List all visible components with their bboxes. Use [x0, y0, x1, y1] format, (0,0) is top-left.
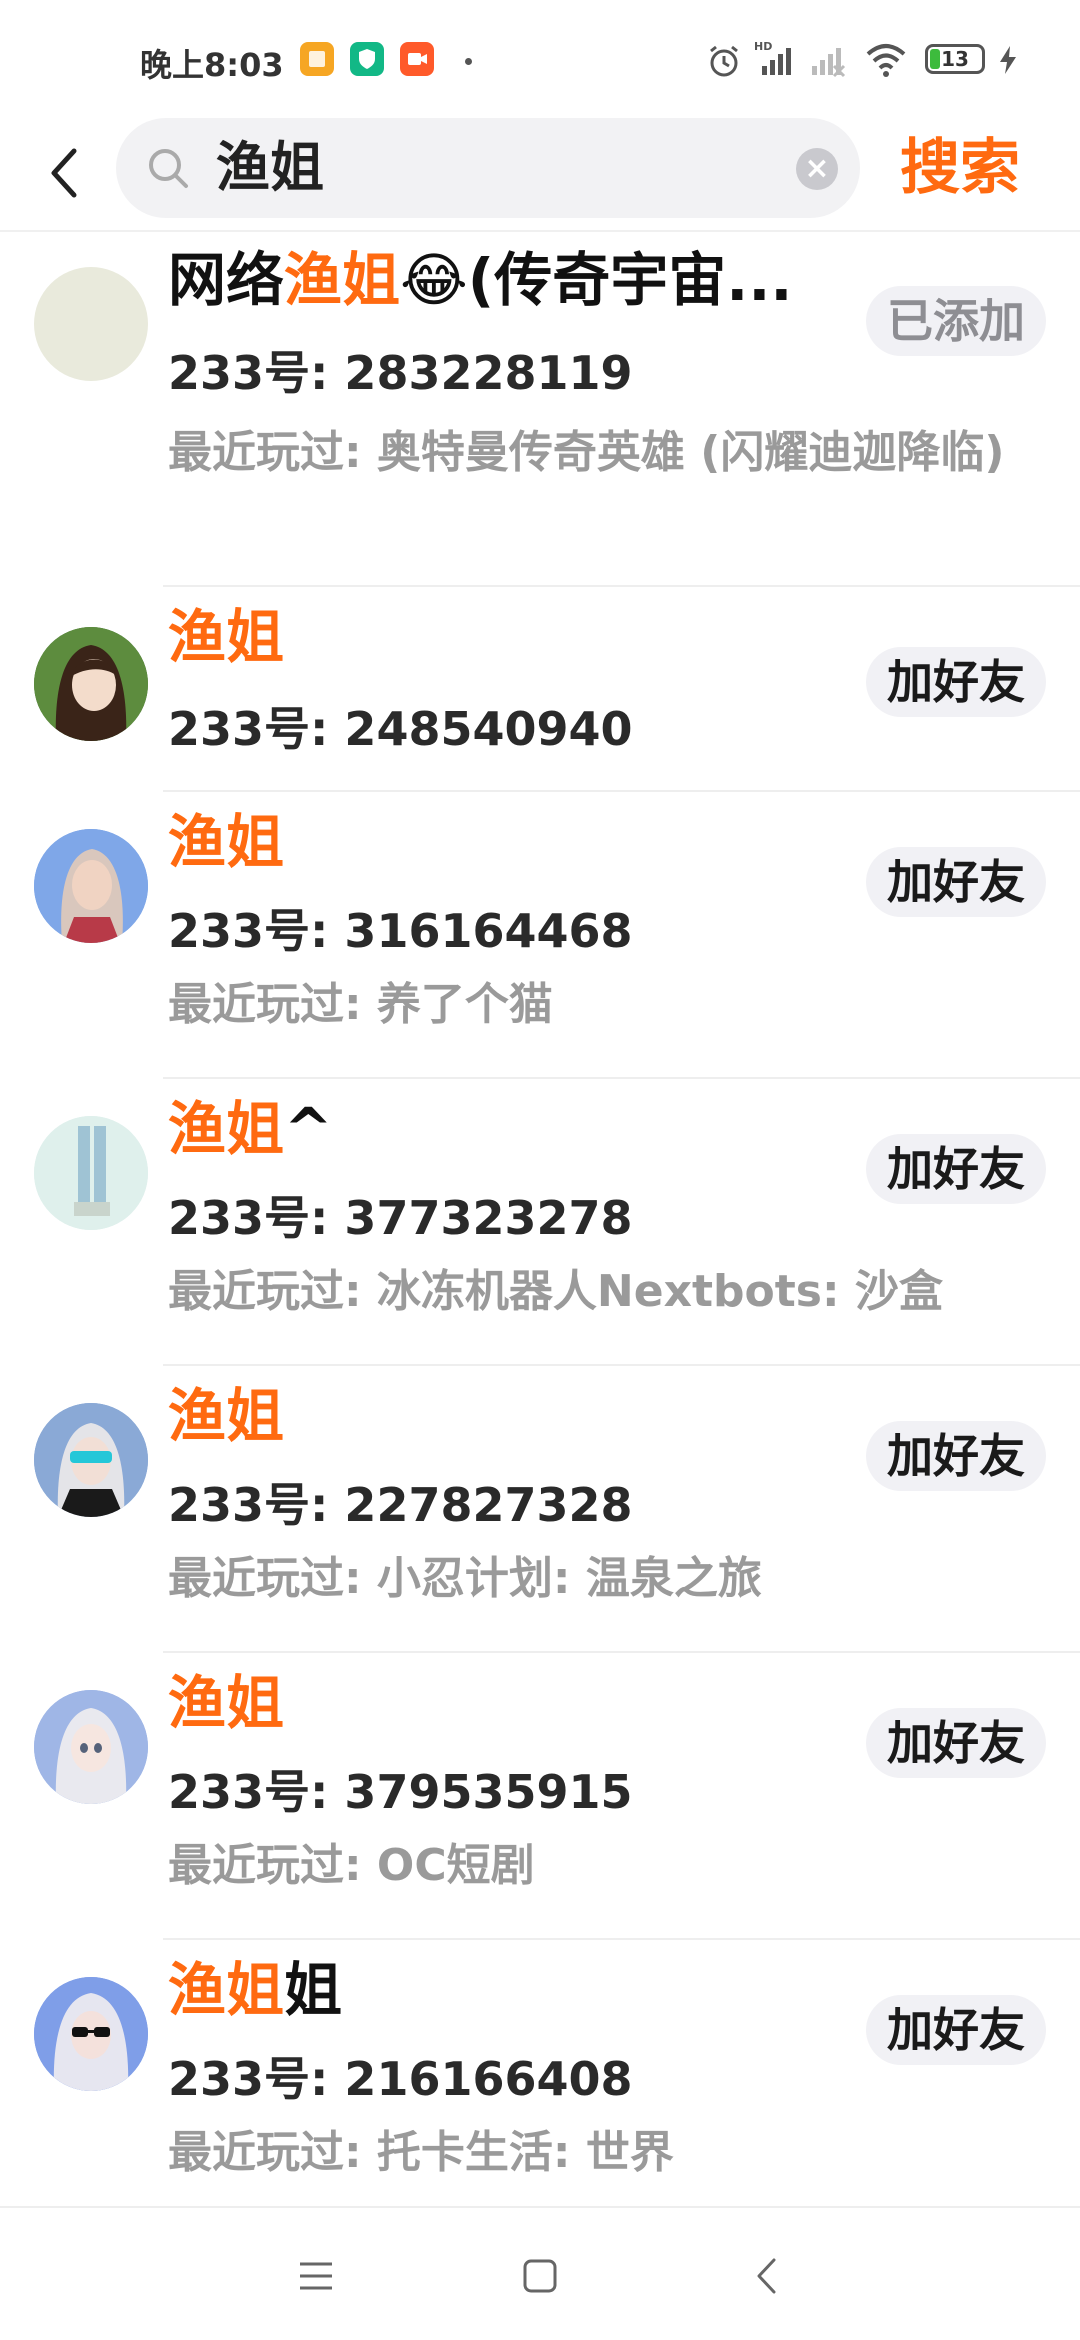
notes-app-icon	[300, 42, 334, 76]
signal-weak-icon	[808, 40, 848, 82]
signal-hd-icon: HD	[752, 38, 798, 82]
video-app-icon	[400, 42, 434, 76]
list-item[interactable]: 渔姐 233号: 379535915 最近玩过: OC短剧 加好友	[0, 1653, 1080, 1940]
search-results-list: 网络渔姐😂(传奇宇宙... 233号: 283228119 最近玩过: 奥特曼传…	[0, 232, 1080, 2227]
user-id: 233号: 377323278	[168, 1191, 633, 1245]
battery-level: 13	[941, 47, 969, 71]
avatar[interactable]	[34, 627, 148, 741]
user-id: 233号: 216166408	[168, 2052, 633, 2106]
user-name: 渔姐	[168, 1382, 285, 1450]
list-item[interactable]: 渔姐 233号: 227827328 最近玩过: 小忍计划: 温泉之旅 加好友	[0, 1366, 1080, 1653]
user-name: 渔姐	[168, 808, 285, 876]
avatar[interactable]	[34, 1116, 148, 1230]
battery-icon: 13	[925, 44, 985, 74]
search-button[interactable]: 搜索	[900, 130, 1020, 206]
user-name: 网络渔姐😂(传奇宇宙...	[168, 246, 793, 314]
notification-dot-icon	[465, 58, 472, 65]
avatar[interactable]	[34, 829, 148, 943]
add-friend-button[interactable]: 加好友	[866, 1995, 1046, 2065]
user-name: 渔姐	[168, 603, 285, 671]
add-friend-button[interactable]: 加好友	[866, 847, 1046, 917]
recently-played: 最近玩过: 养了个猫	[168, 979, 553, 1030]
search-query-text: 渔姐	[216, 136, 324, 199]
search-header: 渔姐 × 搜索	[0, 118, 1080, 230]
recently-played: 最近玩过: 奥特曼传奇英雄 (闪耀迪迦降临)	[168, 427, 1005, 478]
added-button[interactable]: 已添加	[866, 286, 1046, 356]
clear-icon[interactable]: ×	[796, 148, 838, 190]
chevron-left-icon	[51, 148, 77, 198]
back-button[interactable]	[38, 138, 88, 208]
user-name: 渔姐^	[168, 1095, 333, 1163]
list-item[interactable]: 渔姐 233号: 316164468 最近玩过: 养了个猫 加好友	[0, 792, 1080, 1079]
add-friend-button[interactable]: 加好友	[866, 1421, 1046, 1491]
recently-played: 最近玩过: 托卡生活: 世界	[168, 2127, 674, 2178]
user-id: 233号: 248540940	[168, 702, 633, 756]
user-id: 233号: 283228119	[168, 346, 633, 400]
add-friend-button[interactable]: 加好友	[866, 647, 1046, 717]
recently-played: 最近玩过: OC短剧	[168, 1840, 535, 1891]
security-app-icon	[350, 42, 384, 76]
list-item[interactable]: 网络渔姐😂(传奇宇宙... 233号: 283228119 最近玩过: 奥特曼传…	[0, 232, 1080, 587]
avatar[interactable]	[34, 1977, 148, 2091]
search-input[interactable]: 渔姐 ×	[116, 118, 860, 218]
system-nav-bar	[0, 2206, 1080, 2340]
list-item[interactable]: 渔姐^ 233号: 377323278 最近玩过: 冰冻机器人Nextbots:…	[0, 1079, 1080, 1366]
back-triangle-icon[interactable]	[736, 2248, 796, 2304]
avatar[interactable]	[34, 267, 148, 381]
add-friend-button[interactable]: 加好友	[866, 1134, 1046, 1204]
user-name: 渔姐姐	[168, 1956, 343, 2024]
recently-played: 最近玩过: 小忍计划: 温泉之旅	[168, 1553, 762, 1604]
status-time: 晚上8:03	[140, 46, 284, 84]
charging-icon	[996, 44, 1020, 80]
user-id: 233号: 316164468	[168, 904, 633, 958]
status-bar: 晚上8:03 HD 13	[0, 0, 1080, 118]
user-id: 233号: 227827328	[168, 1478, 633, 1532]
list-item[interactable]: 渔姐 233号: 248540940 加好友	[0, 587, 1080, 792]
list-item[interactable]: 渔姐姐 233号: 216166408 最近玩过: 托卡生活: 世界 加好友	[0, 1940, 1080, 2227]
avatar[interactable]	[34, 1403, 148, 1517]
add-friend-button[interactable]: 加好友	[866, 1708, 1046, 1778]
home-square-icon[interactable]	[510, 2248, 570, 2304]
recently-played: 最近玩过: 冰冻机器人Nextbots: 沙盒	[168, 1266, 943, 1317]
avatar[interactable]	[34, 1690, 148, 1804]
svg-text:HD: HD	[754, 40, 772, 53]
user-name: 渔姐	[168, 1669, 285, 1737]
search-icon	[149, 149, 188, 188]
menu-icon[interactable]	[286, 2248, 346, 2304]
wifi-icon	[864, 40, 908, 82]
user-id: 233号: 379535915	[168, 1765, 633, 1819]
alarm-icon	[705, 42, 743, 84]
